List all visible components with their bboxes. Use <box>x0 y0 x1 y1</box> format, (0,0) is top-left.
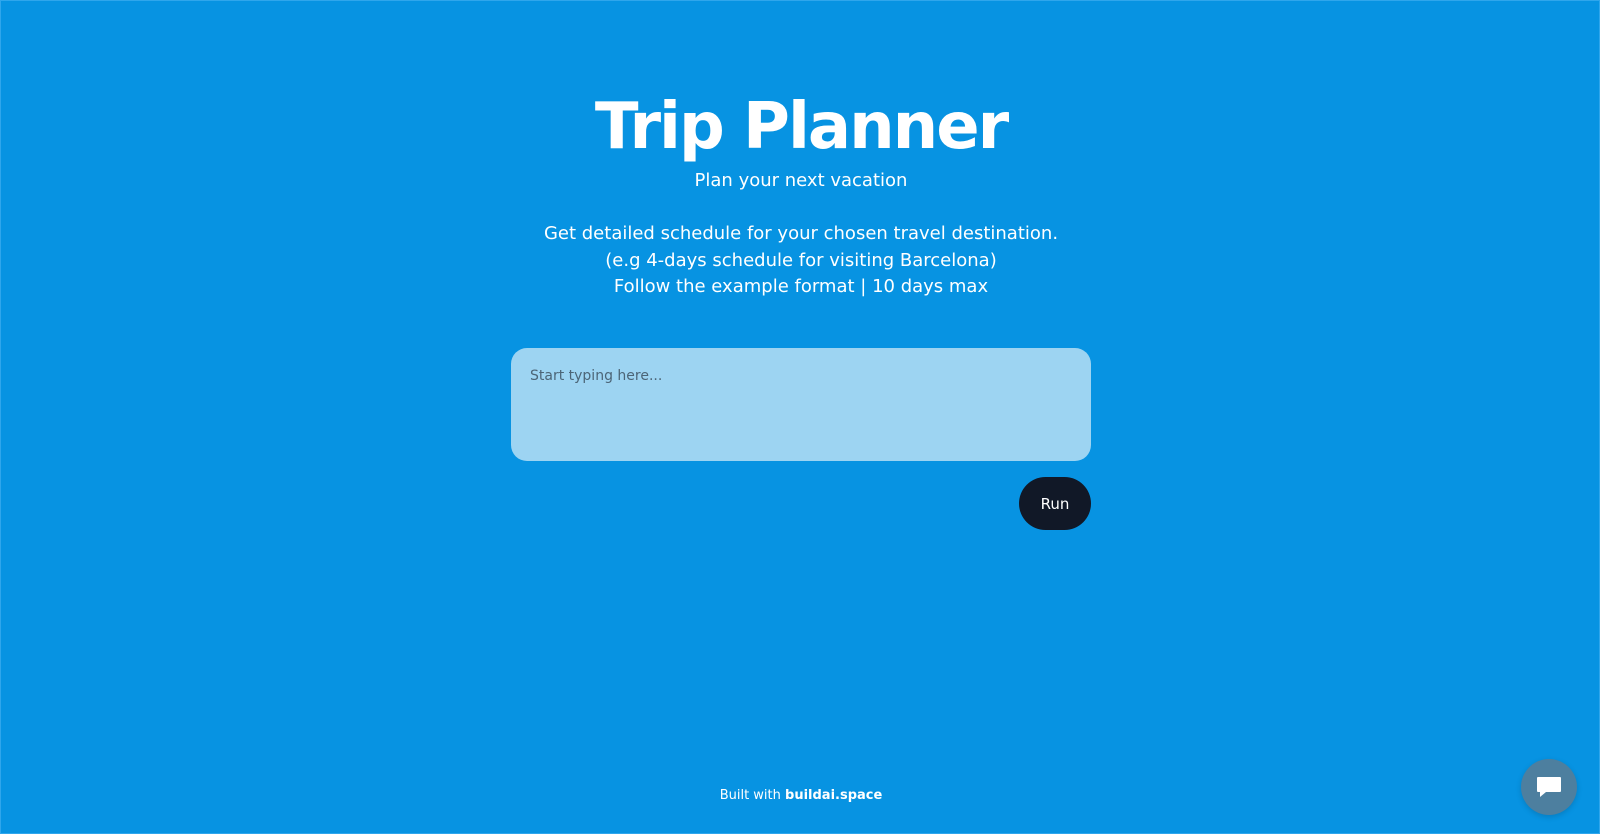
chat-bubble-icon <box>1535 774 1563 800</box>
instruction-line: Get detailed schedule for your chosen tr… <box>543 223 1059 244</box>
chat-launcher-button[interactable] <box>1521 759 1577 815</box>
run-button[interactable]: Run <box>1019 477 1091 530</box>
instruction-line: (e.g 4-days schedule for visiting Barcel… <box>605 249 997 271</box>
prompt-input[interactable] <box>530 368 1072 441</box>
instructions: Get detailed schedule for your chosen tr… <box>1 221 1600 301</box>
page-subtitle: Plan your next vacation <box>694 170 908 191</box>
instruction-line: Follow the example format | 10 days max <box>613 276 989 297</box>
prompt-container <box>511 348 1091 461</box>
footer: Built with buildai.space <box>1 787 1600 805</box>
page-title: Trip Planner <box>594 90 1009 164</box>
footer-prefix: Built with <box>719 788 786 803</box>
footer-brand-link[interactable]: buildai.space <box>785 788 882 803</box>
